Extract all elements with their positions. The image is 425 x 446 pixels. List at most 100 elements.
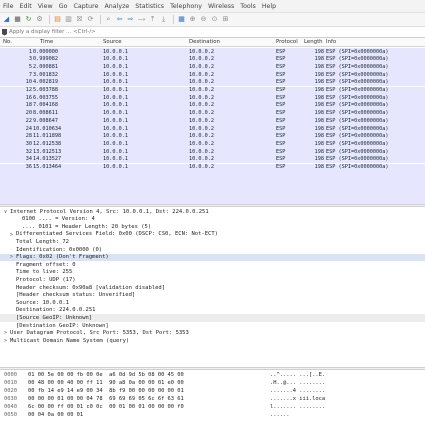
menu-item-capture[interactable]: Capture [73, 3, 98, 10]
packet-row[interactable]: 20 8.008611 10.0.0.1 10.0.0.2 ESP 198 ESP (SPI… [0, 109, 425, 118]
detail-tree-item[interactable]: [Destination GeoIP: Unknown] [0, 322, 425, 330]
menu-item-wireless[interactable]: Wireless [208, 3, 234, 10]
column-header-source[interactable]: Source [103, 39, 122, 45]
packet-row[interactable]: 7 3.001832 10.0.0.1 10.0.0.2 ESP 198 ESP (SPI=… [0, 71, 425, 79]
packet-row[interactable]: 32 13.012513 10.0.0.1 10.0.0.2 ESP 198 ESP (SP… [0, 148, 425, 156]
collapsed-chevron-icon[interactable]: > [4, 338, 7, 344]
column-header-length[interactable]: Length [304, 39, 323, 45]
packet-protocol: ESP [276, 125, 286, 132]
hex-dump-row[interactable]: 0020 00 fb 14 e9 14 e9 00 34 8b f9 00 00 … [0, 388, 425, 396]
packet-row[interactable]: 10 4.002819 10.0.0.1 10.0.0.2 ESP 198 ESP (SPI… [0, 78, 425, 87]
expanded-chevron-icon[interactable]: ∨ [4, 209, 7, 215]
packet-row[interactable]: 5 2.000881 10.0.0.1 10.0.0.2 ESP 198 ESP (SPI=… [0, 63, 425, 72]
capture-options-icon[interactable]: ⚙ [35, 15, 44, 24]
packet-row[interactable]: 1 0.000000 10.0.0.1 10.0.0.2 ESP 198 ESP (SPI=… [0, 48, 425, 56]
detail-tree-item[interactable]: > Flags: 0x02 (Don't Fragment) [0, 253, 425, 262]
packet-length: 198 [314, 148, 324, 155]
resize-columns-icon[interactable]: ⊞ [221, 15, 230, 24]
packet-row[interactable] [0, 194, 425, 202]
column-header-destination[interactable]: Destination [189, 39, 220, 45]
menu-item-view[interactable]: View [38, 3, 53, 10]
packet-row[interactable]: 16 6.003755 10.0.0.1 10.0.0.2 ESP 198 ESP (SPI… [0, 94, 425, 102]
detail-tree-item[interactable]: > User Datagram Protocol, Src Port: 5353,… [0, 330, 425, 338]
reload-file-icon[interactable]: ⟳ [86, 15, 95, 24]
packet-row[interactable]: 12 5.003788 10.0.0.1 10.0.0.2 ESP 198 ESP (SPI… [0, 86, 425, 95]
detail-tree-item[interactable]: Total Length: 72 [0, 238, 425, 246]
packet-protocol: ESP [276, 164, 286, 170]
hex-dump-row[interactable]: 0030 00 00 00 01 00 00 04 78 69 69 69 05 … [0, 396, 425, 404]
column-header-info[interactable]: Info [326, 39, 336, 45]
packet-source: 10.0.0.1 [103, 102, 128, 109]
detail-tree-item[interactable]: 0100 .... = Version: 4 [0, 216, 425, 224]
packet-row[interactable]: 34 14.013527 10.0.0.1 10.0.0.2 ESP 198 ESP (SP… [0, 155, 425, 164]
hex-dump-row[interactable]: 0000 01 00 5e 00 00 fb 00 0e a6 0d 9d 5b … [0, 372, 425, 380]
zoom-out-icon[interactable]: ⊖ [199, 15, 208, 24]
hex-dump-row[interactable]: 0010 00 48 00 00 40 00 ff 11 90 a8 0a 00 … [0, 380, 425, 388]
zoom-normal-icon[interactable]: ⊙ [210, 15, 219, 24]
packet-row[interactable]: 30 12.012538 10.0.0.1 10.0.0.2 ESP 198 ESP (SP… [0, 140, 425, 149]
close-file-icon[interactable]: ☒ [75, 15, 84, 24]
collapsed-chevron-icon[interactable]: > [4, 330, 7, 336]
detail-tree-item[interactable]: Header checksum: 0x90a8 [validation disa… [0, 284, 425, 292]
detail-tree-item[interactable]: Destination: 224.0.0.251 [0, 307, 425, 315]
detail-tree-item[interactable]: .... 0101 = Header Length: 20 bytes (5) [0, 223, 425, 231]
go-to-packet-icon[interactable]: ⤏ [137, 15, 146, 24]
detail-tree-item[interactable]: Identification: 0x0000 (0) [0, 246, 425, 254]
stop-capture-icon[interactable]: ■ [13, 15, 22, 24]
collapsed-chevron-icon[interactable]: > [10, 232, 13, 238]
hex-bytes: 01 00 5e 00 00 fb 00 0e a6 0d 9d 5b 08 0… [28, 372, 184, 378]
packet-length: 198 [314, 56, 324, 63]
go-last-icon[interactable]: ⤓ [159, 15, 168, 24]
packet-row[interactable] [0, 171, 425, 179]
menu-item-tools[interactable]: Tools [240, 3, 256, 10]
menu-item-file[interactable]: File [3, 3, 14, 10]
column-header-no[interactable]: No. [3, 39, 12, 45]
menu-item-help[interactable]: Help [262, 3, 276, 10]
packet-row[interactable] [0, 186, 425, 195]
hex-dump-row[interactable]: 0050 00 04 0a 00 00 01...... [0, 412, 425, 420]
hex-bytes: 00 00 00 01 00 00 04 78 69 69 69 05 6c 6… [28, 396, 184, 402]
packet-row[interactable]: 22 9.008647 10.0.0.1 10.0.0.2 ESP 198 ESP (SPI… [0, 117, 425, 125]
detail-text: Source: 10.0.0.1 [16, 299, 69, 306]
detail-tree-item[interactable]: Source: 10.0.0.1 [0, 299, 425, 307]
packet-row[interactable]: 36 15.013464 10.0.0.1 10.0.0.2 ESP 198 ESP (SP… [0, 163, 425, 172]
detail-tree-item[interactable]: [Source GeoIP: Unknown] [0, 314, 425, 322]
packet-row[interactable]: 28 11.011898 10.0.0.1 10.0.0.2 ESP 198 ESP (SP… [0, 132, 425, 141]
detail-tree-item[interactable]: Protocol: UDP (17) [0, 276, 425, 284]
open-file-icon[interactable]: ▤ [53, 15, 62, 24]
hex-dump-row[interactable]: 0040 6c 00 00 ff 00 01 c0 0c 00 01 00 01 … [0, 404, 425, 412]
go-first-icon[interactable]: ⤒ [148, 15, 157, 24]
save-file-icon[interactable]: ▥ [64, 15, 73, 24]
packet-number: 10 [25, 79, 32, 86]
zoom-in-icon[interactable]: ⊕ [188, 15, 197, 24]
colorize-icon[interactable]: ▦ [177, 15, 186, 24]
collapsed-chevron-icon[interactable]: > [10, 254, 13, 260]
menu-item-telephony[interactable]: Telephony [170, 3, 202, 10]
filter-bookmark-icon[interactable] [2, 28, 7, 36]
detail-tree-item[interactable]: [Header checksum status: Unverified] [0, 292, 425, 300]
restart-capture-icon[interactable]: ↻ [24, 15, 33, 24]
packet-row[interactable]: 24 10.010634 10.0.0.1 10.0.0.2 ESP 198 ESP (SP… [0, 125, 425, 133]
packet-row[interactable]: 18 7.004168 10.0.0.1 10.0.0.2 ESP 198 ESP (SPI… [0, 101, 425, 110]
packet-protocol: ESP [276, 56, 286, 63]
column-header-time[interactable]: Time [40, 39, 53, 45]
detail-tree-item[interactable]: > Differentiated Services Field: 0x00 (DS… [0, 231, 425, 239]
detail-tree-item[interactable]: Fragment offset: 0 [0, 261, 425, 269]
detail-tree-item[interactable]: > Multicast Domain Name System (query) [0, 337, 425, 345]
menu-item-statistics[interactable]: Statistics [135, 3, 164, 10]
menu-item-edit[interactable]: Edit [20, 3, 32, 10]
go-forward-icon[interactable]: ⇨ [126, 15, 135, 24]
packet-source: 10.0.0.1 [103, 133, 128, 140]
find-packet-icon[interactable]: ⌕ [104, 15, 113, 24]
detail-tree-item[interactable]: Time to live: 255 [0, 269, 425, 277]
column-header-protocol[interactable]: Protocol [276, 39, 298, 45]
shark-fin-start-icon[interactable]: ◢ [2, 15, 11, 24]
menu-item-analyze[interactable]: Analyze [104, 3, 129, 10]
packet-row[interactable]: 3 0.999082 10.0.0.1 10.0.0.2 ESP 198 ESP (SPI=… [0, 55, 425, 64]
packet-row[interactable] [0, 178, 425, 187]
go-back-icon[interactable]: ⇦ [115, 15, 124, 24]
detail-tree-item[interactable]: ∨ Internet Protocol Version 4, Src: 10.0.… [0, 208, 425, 216]
menu-item-go[interactable]: Go [59, 3, 68, 10]
display-filter-input[interactable] [9, 27, 369, 37]
packet-length: 198 [314, 102, 324, 109]
